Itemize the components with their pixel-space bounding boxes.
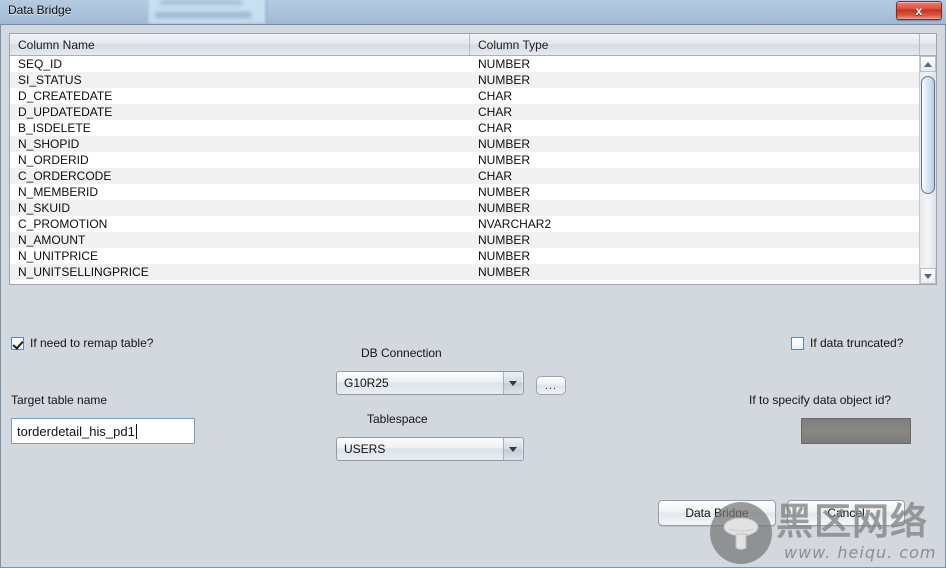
cell-column-name: SI_STATUS xyxy=(18,73,82,87)
scroll-up-icon[interactable] xyxy=(920,56,936,72)
tablespace-value: USERS xyxy=(344,442,386,456)
chevron-down-icon[interactable] xyxy=(503,438,522,460)
tablespace-label: Tablespace xyxy=(367,412,428,426)
close-icon: x xyxy=(915,3,923,18)
cell-column-name: N_SHOPID xyxy=(18,137,80,151)
data-truncated-checkbox-label: If data truncated? xyxy=(810,336,904,350)
cell-column-name: N_ORDERID xyxy=(18,153,89,167)
table-row[interactable]: N_MEMBERID NUMBER xyxy=(10,184,921,200)
cell-column-type: CHAR xyxy=(478,121,513,135)
table-row[interactable]: N_SKUID NUMBER xyxy=(10,200,921,216)
column-list-panel: Column Name Column Type SEQ_ID NUMBER SI_S… xyxy=(9,33,937,285)
cell-column-name: C_ORDERCODE xyxy=(18,169,112,183)
chevron-down-icon[interactable] xyxy=(503,372,522,394)
cell-column-type: NUMBER xyxy=(478,185,531,199)
cell-column-type: NUMBER xyxy=(478,265,531,279)
cancel-button-label: Cancel xyxy=(827,506,865,520)
table-row[interactable]: N_UNITSELLINGPRICE NUMBER xyxy=(10,264,921,280)
dialog-body: Column Name Column Type SEQ_ID NUMBER SI_S… xyxy=(0,24,946,568)
browse-connection-button[interactable]: ... xyxy=(536,376,566,395)
checkbox-unchecked-icon xyxy=(791,336,804,350)
triangle-down-icon xyxy=(924,273,932,279)
target-table-input[interactable]: torderdetail_his_pd1 xyxy=(11,418,195,444)
data-object-id-input xyxy=(801,418,911,444)
table-row[interactable]: C_PROMOTION NVARCHAR2 xyxy=(10,216,921,232)
checkbox-checked-icon xyxy=(11,336,24,350)
column-header-type[interactable]: Column Type xyxy=(470,34,920,55)
close-button[interactable]: x xyxy=(896,1,942,20)
cell-column-type: NUMBER xyxy=(478,73,531,87)
scrollbar-track[interactable] xyxy=(920,72,936,268)
column-list-scrollbar[interactable] xyxy=(919,56,936,284)
table-row[interactable]: SI_STATUS NUMBER xyxy=(10,72,921,88)
cell-column-type: NUMBER xyxy=(478,153,531,167)
tablespace-select[interactable]: USERS xyxy=(336,437,524,461)
cell-column-name: N_AMOUNT xyxy=(18,233,86,247)
cell-column-type: NVARCHAR2 xyxy=(478,217,552,231)
table-row[interactable]: D_CREATEDATE CHAR xyxy=(10,88,921,104)
cell-column-type: NUMBER xyxy=(478,201,531,215)
db-connection-label: DB Connection xyxy=(361,346,442,360)
table-row[interactable]: D_UPDATEDATE CHAR xyxy=(10,104,921,120)
db-connection-select[interactable]: G10R25 xyxy=(336,371,524,395)
table-row[interactable]: N_ORDERID NUMBER xyxy=(10,152,921,168)
window-title: Data Bridge xyxy=(8,3,72,17)
cell-column-name: C_PROMOTION xyxy=(18,217,108,231)
cell-column-type: NUMBER xyxy=(478,249,531,263)
target-table-label: Target table name xyxy=(11,393,108,407)
cell-column-type: CHAR xyxy=(478,89,513,103)
cell-column-type: NUMBER xyxy=(478,57,531,71)
cell-column-type: CHAR xyxy=(478,169,513,183)
cell-column-type: NUMBER xyxy=(478,233,531,247)
data-object-id-label: If to specify data object id? xyxy=(749,393,892,407)
cell-column-name: N_UNITSELLINGPRICE xyxy=(18,265,149,279)
remap-table-checkbox[interactable]: If need to remap table? xyxy=(11,336,153,350)
scrollbar-thumb[interactable] xyxy=(921,76,935,194)
column-list-header: Column Name Column Type xyxy=(10,34,936,56)
cell-column-name: D_CREATEDATE xyxy=(18,89,113,103)
cell-column-name: SEQ_ID xyxy=(18,57,63,71)
cell-column-type: NUMBER xyxy=(478,137,531,151)
triangle-up-icon xyxy=(924,61,932,67)
table-row[interactable]: B_ISDELETE CHAR xyxy=(10,120,921,136)
column-header-name[interactable]: Column Name xyxy=(10,34,470,55)
cell-column-name: B_ISDELETE xyxy=(18,121,91,135)
column-header-filler xyxy=(920,34,936,55)
cell-column-name: D_UPDATEDATE xyxy=(18,105,113,119)
cell-column-name: N_MEMBERID xyxy=(18,185,99,199)
target-table-value: torderdetail_his_pd1 xyxy=(17,423,135,439)
table-row[interactable]: C_ORDERCODE CHAR xyxy=(10,168,921,184)
data-bridge-button[interactable]: Data Bridge xyxy=(658,500,776,526)
table-row[interactable]: N_UNITPRICE NUMBER xyxy=(10,248,921,264)
cell-column-name: N_UNITPRICE xyxy=(18,249,99,263)
cancel-button[interactable]: Cancel xyxy=(787,500,905,526)
browse-button-label: ... xyxy=(544,379,558,392)
table-row[interactable]: N_SHOPID NUMBER xyxy=(10,136,921,152)
scroll-down-icon[interactable] xyxy=(920,268,936,284)
data-truncated-checkbox[interactable]: If data truncated? xyxy=(791,336,903,350)
cell-column-name: N_SKUID xyxy=(18,201,71,215)
data-bridge-button-label: Data Bridge xyxy=(685,506,749,520)
db-connection-value: G10R25 xyxy=(344,376,389,390)
cell-column-type: CHAR xyxy=(478,105,513,119)
column-list-rows: SEQ_ID NUMBER SI_STATUS NUMBER D_CREATEDATE C… xyxy=(10,56,921,284)
table-row[interactable]: N_AMOUNT NUMBER xyxy=(10,232,921,248)
remap-table-checkbox-label: If need to remap table? xyxy=(30,336,154,350)
table-row[interactable]: SEQ_ID NUMBER xyxy=(10,56,921,72)
window-titlebar: Data Bridge x xyxy=(0,0,946,24)
text-caret xyxy=(135,423,137,439)
